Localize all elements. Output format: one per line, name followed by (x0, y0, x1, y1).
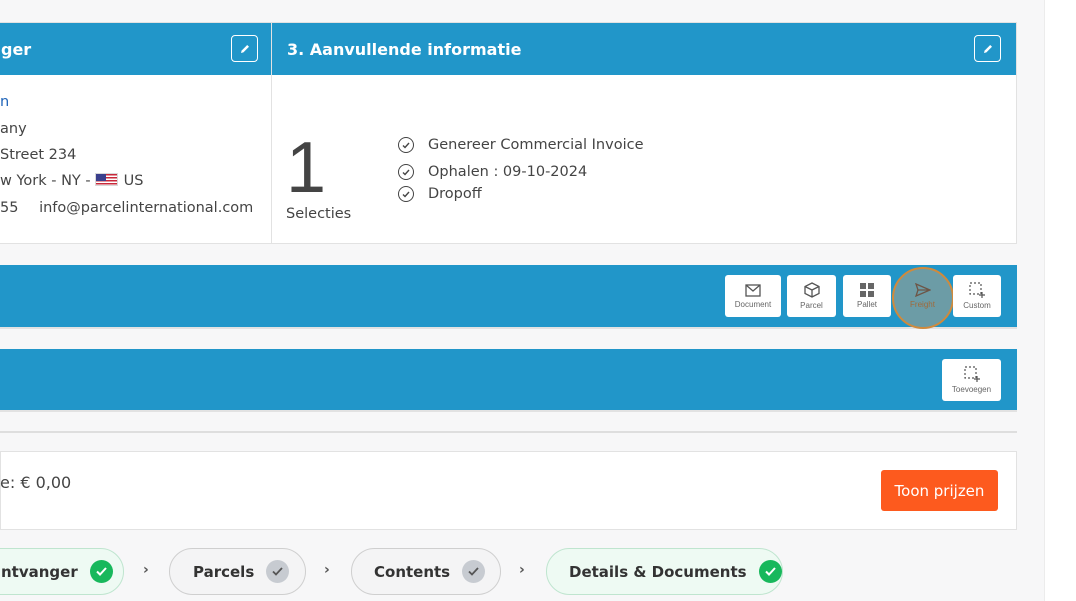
pallet-type-label: Pallet (856, 300, 877, 309)
check-label: Dropoff (428, 186, 482, 202)
right-scroll-area (1044, 0, 1076, 601)
receiver-city: w York - NY - (0, 173, 91, 189)
step-label: ntvanger (1, 562, 78, 581)
price-card (0, 451, 1017, 530)
freight-type-label: Freight (910, 300, 935, 309)
receiver-street: Street 234 (0, 147, 77, 163)
check-commercial-invoice: Genereer Commercial Invoice (398, 137, 644, 153)
receiver-phone: 55 (0, 200, 19, 216)
check-dropoff: Dropoff (398, 186, 482, 202)
pallet-type-button[interactable]: Pallet (843, 275, 891, 317)
receiver-email: info@parcelinternational.com (39, 200, 254, 216)
add-button[interactable]: Toevoegen (942, 359, 1001, 401)
pencil-icon (240, 44, 249, 53)
price-total: e: € 0,00 (0, 473, 72, 492)
step-parcels[interactable]: Parcels (169, 548, 306, 595)
step-label: Details & Documents (569, 562, 747, 581)
chevron-right-icon: › (143, 562, 149, 578)
check-icon (266, 560, 290, 583)
custom-type-label: Custom (963, 301, 991, 310)
dashed-square-plus-icon (963, 366, 980, 382)
step-label: Contents (374, 562, 451, 581)
chevron-right-icon: › (324, 562, 330, 578)
box-icon (803, 282, 820, 298)
selection-count: 1 (286, 128, 327, 208)
check-pickup-date: Ophalen : 09-10-2024 (398, 164, 587, 180)
receiver-card-title: ger (1, 39, 32, 59)
document-type-button[interactable]: Document (725, 275, 781, 317)
chevron-right-icon: › (519, 562, 525, 578)
add-button-label: Toevoegen (951, 385, 992, 394)
additional-info-header: 3. Aanvullende informatie (272, 23, 1016, 75)
receiver-city-line: w York - NY - US (0, 173, 143, 189)
additional-info-title: 3. Aanvullende informatie (287, 39, 522, 59)
check-circle-icon (398, 137, 414, 153)
dashed-square-plus-icon (969, 282, 985, 298)
envelope-icon (745, 283, 761, 297)
send-icon (914, 283, 931, 297)
additional-info-card: 3. Aanvullende informatie (271, 22, 1017, 244)
grid-icon (860, 283, 874, 297)
parcel-type-label: Parcel (800, 301, 823, 310)
section-divider (0, 431, 1017, 433)
freight-type-button[interactable]: Freight (898, 275, 947, 317)
check-icon (462, 560, 486, 583)
check-circle-icon (398, 164, 414, 180)
check-label: Genereer Commercial Invoice (428, 137, 644, 153)
us-flag-icon (94, 173, 118, 186)
add-item-bar (0, 349, 1017, 412)
check-circle-icon (398, 186, 414, 202)
check-label: Ophalen : 09-10-2024 (428, 164, 588, 180)
custom-type-button[interactable]: Custom (953, 275, 1001, 317)
selection-label: Selecties (286, 206, 352, 222)
step-label: Parcels (193, 562, 255, 581)
parcel-type-button[interactable]: Parcel (787, 275, 836, 317)
pencil-icon (983, 44, 992, 53)
edit-receiver-button[interactable] (231, 35, 258, 62)
edit-additional-info-button[interactable] (974, 35, 1001, 62)
check-icon (89, 560, 113, 583)
step-contents[interactable]: Contents (351, 548, 501, 595)
show-prices-button[interactable]: Toon prijzen (881, 470, 998, 511)
receiver-country: US (123, 173, 144, 189)
receiver-name: n (0, 94, 10, 110)
check-icon (758, 560, 782, 583)
step-receiver[interactable]: ntvanger (0, 548, 124, 595)
receiver-company: any (0, 121, 27, 137)
step-details-documents[interactable]: Details & Documents (546, 548, 783, 595)
document-type-label: Document (734, 299, 772, 309)
receiver-contact-line: 55 info@parcelinternational.com (0, 200, 253, 216)
